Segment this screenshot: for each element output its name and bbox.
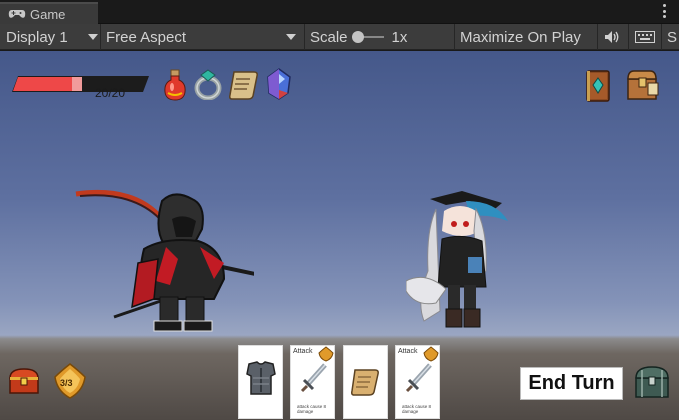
health-text: 20/20 [95, 86, 126, 100]
slider-knob[interactable] [351, 31, 364, 43]
enemy-witch-character[interactable] [406, 191, 516, 331]
game-viewport[interactable]: 20/20 3/3 Attack attack cause 8 damage A… [0, 51, 679, 420]
card-title: Attack [293, 348, 313, 355]
card-scroll[interactable] [343, 345, 388, 419]
treasure-chest-icon[interactable] [8, 367, 40, 395]
scroll-icon [351, 369, 379, 396]
deck-book-icon[interactable] [584, 69, 612, 103]
sword-icon [300, 363, 327, 393]
overflow-label: S [667, 28, 678, 46]
card-description: attack cause 8 damage [402, 404, 432, 414]
tab-label: Game [30, 6, 66, 22]
sword-icon [405, 363, 432, 393]
maximize-label: Maximize On Play [460, 28, 581, 46]
scale-slider[interactable] [351, 31, 384, 43]
chevron-down-icon [286, 34, 296, 40]
scale-value: 1x [391, 28, 408, 46]
ring-icon[interactable] [194, 68, 224, 100]
discard-chest-icon[interactable] [634, 365, 670, 399]
tab-bar: Game [0, 0, 679, 24]
map-chest-icon[interactable] [626, 69, 660, 101]
maximize-on-play-toggle[interactable]: Maximize On Play [460, 24, 581, 50]
end-turn-button[interactable]: End Turn [520, 367, 623, 400]
scroll-icon[interactable] [228, 68, 260, 100]
display-dropdown[interactable]: Display 1 [6, 24, 98, 50]
scale-control[interactable]: Scale 1x [310, 24, 407, 50]
tab-game[interactable]: Game [0, 2, 98, 24]
energy-counter: 3/3 [60, 378, 73, 388]
speaker-icon [605, 31, 619, 43]
energy-cost-icon [423, 346, 439, 362]
crystal-icon[interactable] [266, 68, 292, 100]
player-knight-character[interactable] [74, 189, 254, 335]
gamepad-icon [8, 9, 26, 18]
stats-button[interactable] [635, 24, 657, 50]
unity-game-window: Game Display 1 Free Aspect Scale 1x Maxi… [0, 0, 679, 420]
aspect-dropdown[interactable]: Free Aspect [106, 24, 300, 50]
card-defend[interactable] [238, 345, 283, 419]
aspect-value: Free Aspect [106, 28, 187, 46]
scale-label: Scale [310, 28, 348, 46]
display-value: Display 1 [6, 28, 68, 46]
chevron-down-icon [88, 34, 98, 40]
card-description: attack cause 8 damage [297, 404, 327, 414]
card-title: Attack [398, 348, 418, 355]
more-options-icon[interactable] [663, 4, 667, 18]
keyboard-icon [635, 31, 655, 43]
card-attack[interactable]: Attack attack cause 8 damage [290, 345, 335, 419]
card-attack[interactable]: Attack attack cause 8 damage [395, 345, 440, 419]
toolbar-overflow[interactable]: S [667, 24, 677, 50]
health-bar [12, 76, 149, 92]
mute-audio-button[interactable] [604, 24, 624, 50]
end-turn-label: End Turn [528, 372, 615, 394]
armor-icon [246, 361, 276, 395]
potion-icon[interactable] [163, 69, 187, 101]
energy-cost-icon [318, 346, 334, 362]
game-toolbar: Display 1 Free Aspect Scale 1x Maximize … [0, 24, 679, 50]
